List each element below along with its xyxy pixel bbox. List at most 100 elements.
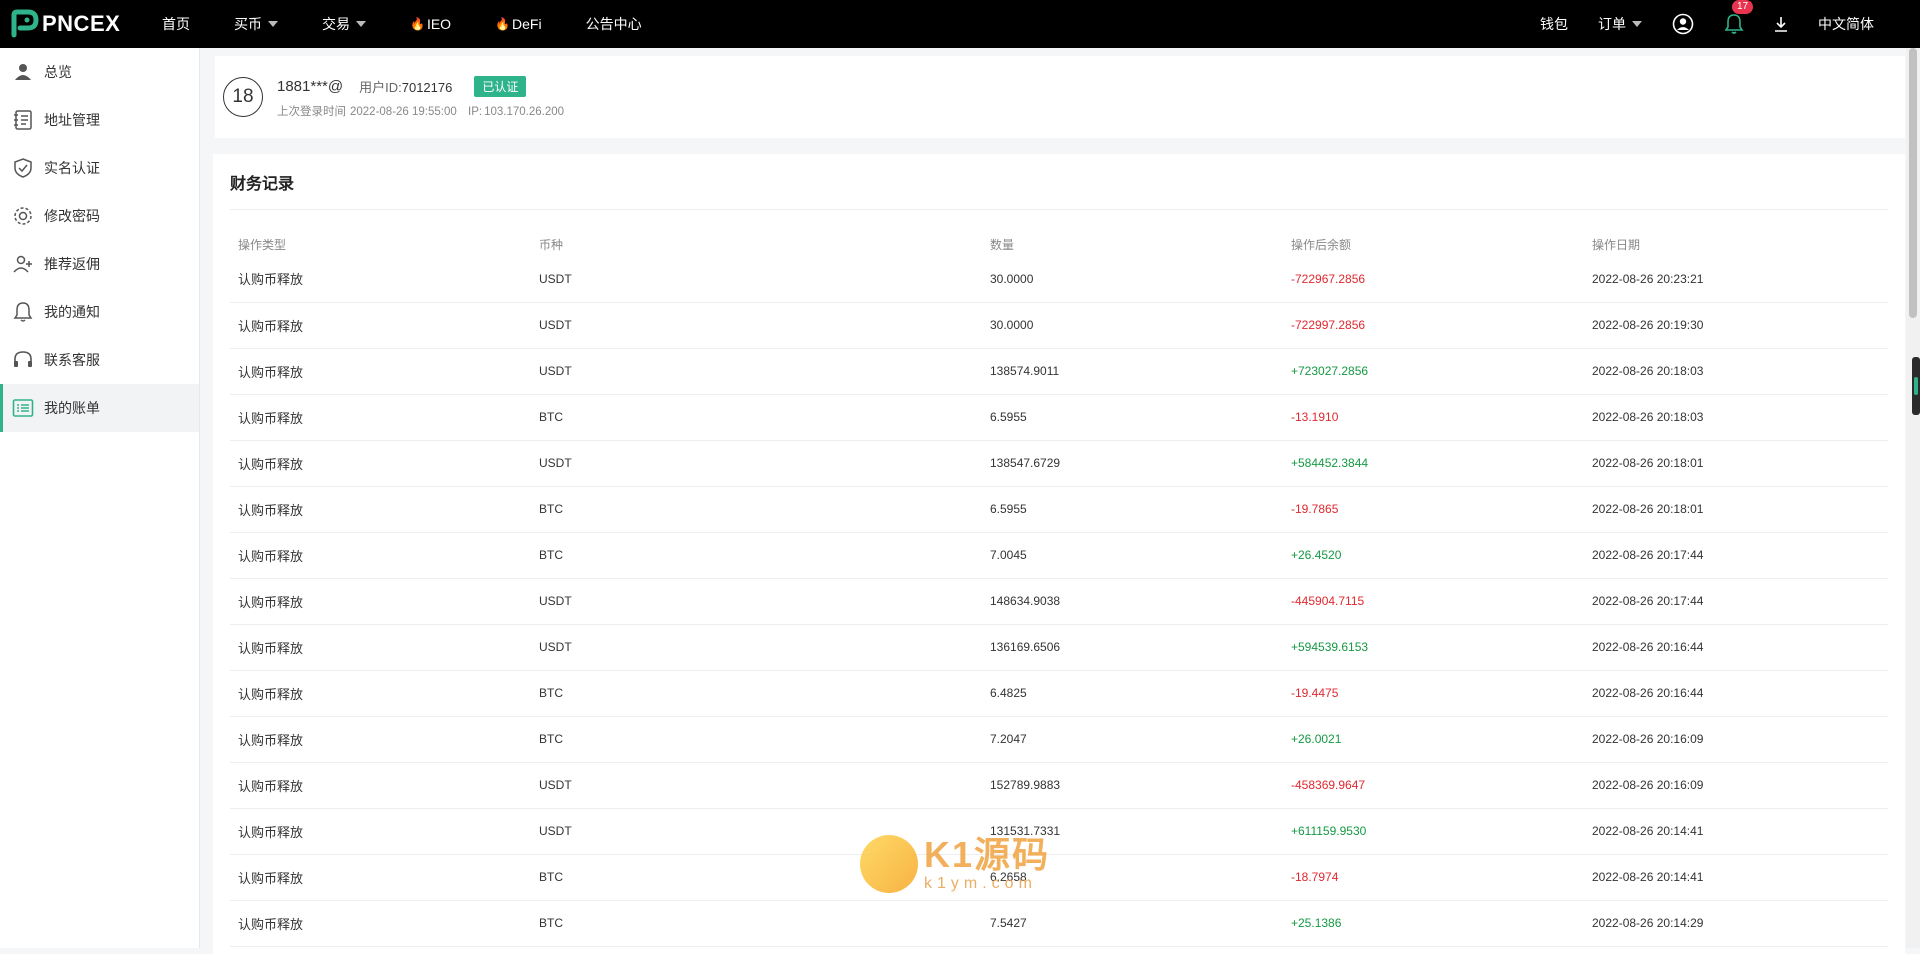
cell-amount: 30.0000 bbox=[982, 302, 1283, 349]
cell-coin: USDT bbox=[531, 578, 982, 625]
user-plus-icon bbox=[12, 253, 34, 275]
column-header: 币种 bbox=[539, 237, 564, 252]
orders-label: 订单 bbox=[1598, 16, 1626, 32]
cell-date: 2022-08-26 20:19:30 bbox=[1584, 302, 1888, 349]
sidebar-item-label: 总览 bbox=[44, 64, 72, 80]
cell-coin: BTC bbox=[531, 670, 982, 717]
gear-icon bbox=[12, 205, 34, 227]
cell-amount: 138547.6729 bbox=[982, 440, 1283, 487]
cell-balance: +25.1386 bbox=[1283, 900, 1584, 947]
nav-item-label: 公告中心 bbox=[585, 16, 642, 32]
account-button[interactable] bbox=[1672, 13, 1694, 35]
watermark-logo-icon bbox=[860, 835, 918, 893]
bell-icon bbox=[12, 301, 34, 323]
side-widget[interactable] bbox=[1912, 357, 1920, 415]
sidebar-item-label: 实名认证 bbox=[44, 160, 100, 176]
cell-amount: 30.0000 bbox=[982, 256, 1283, 303]
sidebar-item-4[interactable]: 推荐返佣 bbox=[0, 240, 199, 288]
cell-date: 2022-08-26 20:16:09 bbox=[1584, 762, 1888, 809]
table-row: 认购币释放 USDT 152789.9883 -458369.9647 2022-08-… bbox=[230, 762, 1888, 809]
cell-balance: -18.7974 bbox=[1283, 854, 1584, 901]
cell-type: 认购币释放 bbox=[230, 578, 531, 625]
sidebar-item-label: 我的通知 bbox=[44, 304, 100, 320]
last-login-info: 上次登录时间 2022-08-26 19:55:00 IP: 103.170.26.… bbox=[277, 103, 572, 119]
table-row: 认购币释放 USDT 131531.7331 +611159.9530 2022-08-… bbox=[230, 808, 1888, 855]
top-right-menu: 钱包 订单 17 中文简体 bbox=[1540, 0, 1920, 48]
flame-icon: 🔥 bbox=[495, 17, 511, 31]
nav-item-3[interactable]: 🔥 IEO bbox=[410, 16, 451, 32]
nav-item-2[interactable]: 交易 bbox=[322, 14, 366, 34]
cell-date: 2022-08-26 20:16:44 bbox=[1584, 624, 1888, 671]
notification-button[interactable]: 17 bbox=[1724, 0, 1754, 35]
scrollbar-thumb[interactable] bbox=[1909, 48, 1917, 318]
nav-item-label: IEO bbox=[426, 16, 452, 32]
sidebar-item-label: 联系客服 bbox=[44, 352, 100, 368]
list-icon bbox=[12, 397, 34, 419]
wallet-link[interactable]: 钱包 bbox=[1540, 14, 1568, 34]
sidebar-item-6[interactable]: 联系客服 bbox=[0, 336, 199, 384]
table-row: 认购币释放 USDT 148634.9038 -445904.7115 2022-08-… bbox=[230, 578, 1888, 625]
ip-value: 103.170.26.200 bbox=[484, 105, 565, 118]
cell-balance: -458369.9647 bbox=[1283, 762, 1584, 809]
user-id-label: 用户ID: bbox=[359, 79, 402, 95]
nav-item-label: DeFi bbox=[512, 16, 542, 32]
orders-menu[interactable]: 订单 bbox=[1598, 14, 1642, 34]
page-scrollbar[interactable] bbox=[1906, 48, 1920, 948]
cell-coin: USDT bbox=[531, 302, 982, 349]
sidebar-item-0[interactable]: 总览 bbox=[0, 48, 199, 96]
table-row: 认购币释放 BTC 6.5955 -13.1910 2022-08-26 20:18:0… bbox=[230, 394, 1888, 441]
cell-type: 认购币释放 bbox=[230, 900, 531, 947]
download-button[interactable] bbox=[1774, 16, 1788, 32]
watermark: K1源码 k1ym.com bbox=[860, 835, 1050, 893]
cell-type: 认购币释放 bbox=[230, 302, 531, 349]
cell-balance: -19.4475 bbox=[1283, 670, 1584, 717]
last-login-time: 2022-08-26 19:55:00 bbox=[350, 105, 457, 118]
cell-amount: 7.2047 bbox=[982, 716, 1283, 763]
profile-card: 18 1881***@ 用户ID:7012176 已认证 上次登录时间 2022-… bbox=[215, 56, 1905, 138]
chevron-down-icon bbox=[268, 21, 278, 27]
cell-balance: +594539.6153 bbox=[1283, 624, 1584, 671]
nav-item-1[interactable]: 买币 bbox=[234, 14, 278, 34]
download-icon bbox=[1775, 17, 1787, 32]
nav-item-label: 买币 bbox=[234, 16, 262, 32]
last-login-label: 上次登录时间 bbox=[277, 105, 346, 118]
logo[interactable]: PNCEX bbox=[10, 9, 140, 39]
user-id-value: 7012176 bbox=[401, 79, 453, 95]
cell-balance: +584452.3844 bbox=[1283, 440, 1584, 487]
language-selector[interactable]: 中文简体 bbox=[1818, 14, 1874, 34]
cell-date: 2022-08-26 20:17:44 bbox=[1584, 578, 1888, 625]
username: 1881***@ bbox=[277, 77, 344, 95]
cell-coin: USDT bbox=[531, 762, 982, 809]
cell-coin: USDT bbox=[531, 256, 982, 303]
cell-coin: BTC bbox=[531, 394, 982, 441]
chevron-down-icon bbox=[356, 21, 366, 27]
table-row: 认购币释放 BTC 7.2047 +26.0021 2022-08-26 20:16:0… bbox=[230, 716, 1888, 763]
sidebar-item-3[interactable]: 修改密码 bbox=[0, 192, 199, 240]
sidebar-item-1[interactable]: 地址管理 bbox=[0, 96, 199, 144]
cell-type: 认购币释放 bbox=[230, 440, 531, 487]
nav-item-label: 交易 bbox=[322, 16, 350, 32]
main-nav: 首页 买币 交易 🔥 IEO 🔥 DeFi 公告中心 bbox=[162, 14, 686, 34]
table-row: 认购币释放 BTC 7.5427 +25.1386 2022-08-26 20:14:2… bbox=[230, 900, 1888, 947]
cell-date: 2022-08-26 20:18:03 bbox=[1584, 394, 1888, 441]
sidebar-item-5[interactable]: 我的通知 bbox=[0, 288, 199, 336]
column-header: 数量 bbox=[990, 237, 1015, 252]
sidebar-item-2[interactable]: 实名认证 bbox=[0, 144, 199, 192]
sidebar-item-7[interactable]: 我的账单 bbox=[0, 384, 199, 432]
avatar: 18 bbox=[223, 77, 263, 117]
logo-text: PNCEX bbox=[42, 11, 121, 36]
headset-icon bbox=[12, 349, 34, 371]
cell-coin: BTC bbox=[531, 532, 982, 579]
records-table: 操作类型 币种 数量 操作后余额 操作日期 认购币释放 USDT 30.0000 -72296… bbox=[230, 232, 1888, 947]
cell-balance: +26.0021 bbox=[1283, 716, 1584, 763]
cell-type: 认购币释放 bbox=[230, 808, 531, 855]
address-book-icon bbox=[12, 109, 34, 131]
cell-coin: BTC bbox=[531, 900, 982, 947]
cell-balance: +723027.2856 bbox=[1283, 348, 1584, 395]
nav-item-0[interactable]: 首页 bbox=[162, 14, 190, 34]
nav-item-5[interactable]: 公告中心 bbox=[586, 14, 642, 34]
nav-item-4[interactable]: 🔥 DeFi bbox=[495, 16, 542, 32]
table-body: 认购币释放 USDT 30.0000 -722967.2856 2022-08-26 2… bbox=[230, 256, 1888, 947]
cell-date: 2022-08-26 20:14:29 bbox=[1584, 900, 1888, 947]
cell-amount: 138574.9011 bbox=[982, 348, 1283, 395]
